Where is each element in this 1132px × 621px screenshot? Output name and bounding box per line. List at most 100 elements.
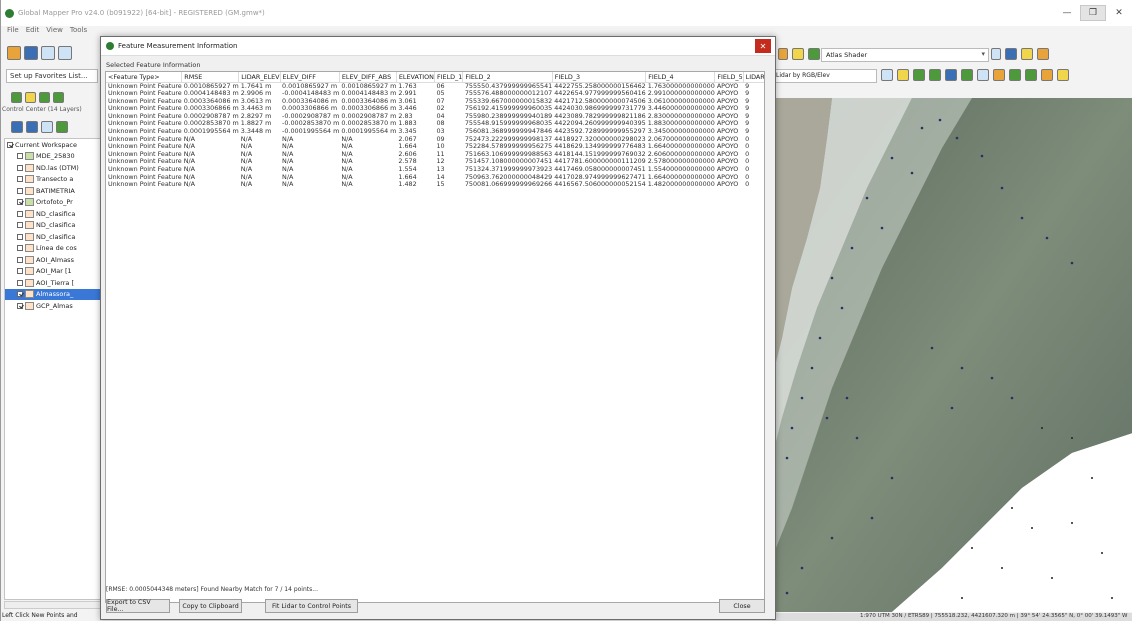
table-row[interactable]: Unknown Point Feature 0.0003306866 m 3.446… xyxy=(106,105,764,113)
layer-row[interactable]: GCP_Almas xyxy=(5,300,100,312)
column-header[interactable]: FIELD_4 xyxy=(645,72,716,83)
table-row[interactable]: Unknown Point Feature 0.0004148483 m 2.990… xyxy=(106,90,764,98)
menu-view[interactable]: View xyxy=(46,26,63,40)
metadata-icon[interactable] xyxy=(41,121,53,133)
pin-icon[interactable] xyxy=(897,69,909,81)
layer-checkbox[interactable] xyxy=(17,291,23,298)
export-csv-button[interactable]: Export to CSV File... xyxy=(106,599,170,613)
layer-checkbox[interactable] xyxy=(17,164,23,171)
table-row[interactable]: Unknown Point Feature N/A N/A N/A N/A 1.482 15… xyxy=(106,181,764,189)
layer-icon[interactable] xyxy=(1025,69,1037,81)
profile-icon[interactable] xyxy=(929,69,941,81)
tree-icon[interactable] xyxy=(39,92,50,103)
table-row[interactable]: Unknown Point Feature N/A N/A N/A N/A 2.578 12… xyxy=(106,158,764,166)
column-header[interactable]: ELEV_DIFF_ABS xyxy=(339,72,397,83)
layer-checkbox[interactable] xyxy=(17,245,23,252)
table-row[interactable]: Unknown Point Feature 0.0010865927 m 1.764… xyxy=(106,82,764,90)
world-icon[interactable] xyxy=(26,121,38,133)
marker-icon[interactable] xyxy=(53,92,64,103)
layer-row[interactable]: ND_clasifica xyxy=(5,208,100,220)
measure-icon[interactable] xyxy=(1009,69,1021,81)
column-header[interactable]: FIELD_3 xyxy=(552,72,647,83)
layer-row[interactable]: Ortofoto_Pr xyxy=(5,197,100,209)
menu-edit[interactable]: Edit xyxy=(26,26,40,40)
table-row[interactable]: Unknown Point Feature N/A N/A N/A N/A 1.664 14… xyxy=(106,174,764,182)
layer-checkbox[interactable] xyxy=(17,153,23,160)
column-header[interactable]: LIDAR_... xyxy=(743,72,764,83)
feature-icon[interactable] xyxy=(993,69,1005,81)
star-icon[interactable] xyxy=(1057,69,1069,81)
dialog-close-icon[interactable]: ✕ xyxy=(755,39,771,53)
restore-icon[interactable]: ❐ xyxy=(1080,5,1106,21)
column-header[interactable]: FIELD_5 xyxy=(714,72,744,83)
elevation-icon[interactable] xyxy=(808,48,820,60)
lidar-icon[interactable] xyxy=(778,48,788,60)
layer-checkbox[interactable] xyxy=(17,233,23,240)
layer-checkbox[interactable] xyxy=(17,256,23,263)
settings-icon[interactable] xyxy=(1021,48,1033,60)
save-icon[interactable] xyxy=(41,46,55,60)
layer-checkbox[interactable] xyxy=(17,187,23,194)
layer-row[interactable]: AOI_Mar [1 xyxy=(5,266,100,278)
stack-icon[interactable] xyxy=(1041,69,1053,81)
column-header[interactable]: ELEVATION xyxy=(396,72,435,83)
terrain-icon[interactable] xyxy=(11,92,22,103)
layer-checkbox[interactable] xyxy=(17,176,23,183)
menu-file[interactable]: File xyxy=(7,26,19,40)
layer-row[interactable]: Almassora_ xyxy=(5,288,100,300)
shader-icon[interactable] xyxy=(792,48,804,60)
sun-icon[interactable] xyxy=(1037,48,1049,60)
table-row[interactable]: Unknown Point Feature N/A N/A N/A N/A 1.664 10… xyxy=(106,143,764,151)
layer-row[interactable]: BATIMETRIA xyxy=(5,185,100,197)
window-close-icon[interactable]: ✕ xyxy=(1106,5,1132,21)
layer-checkbox[interactable] xyxy=(17,222,23,229)
layer-checkbox[interactable] xyxy=(17,210,23,217)
dropdown-arrow-icon[interactable] xyxy=(991,48,1001,60)
options-icon[interactable] xyxy=(56,121,68,133)
map-view[interactable] xyxy=(772,98,1132,612)
layer-row[interactable]: AOI_Almass xyxy=(5,254,100,266)
print-icon[interactable] xyxy=(58,46,72,60)
layer-checkbox[interactable] xyxy=(17,279,23,286)
edit-icon[interactable] xyxy=(961,69,973,81)
zoom-layer-icon[interactable] xyxy=(11,121,23,133)
menu-tools[interactable]: Tools xyxy=(70,26,87,40)
table-row[interactable]: Unknown Point Feature 0.0003364086 m 3.061… xyxy=(106,98,764,106)
column-header[interactable]: LIDAR_ELEV xyxy=(238,72,281,83)
3d-view-icon[interactable] xyxy=(1005,48,1017,60)
table-row[interactable]: Unknown Point Feature 0.0002853870 m 1.882… xyxy=(106,120,764,128)
table-row[interactable]: Unknown Point Feature N/A N/A N/A N/A 2.067 09… xyxy=(106,136,764,144)
table-row[interactable]: Unknown Point Feature 0.0002908787 m 2.829… xyxy=(106,113,764,121)
close-button[interactable]: Close xyxy=(719,599,765,613)
favorites-dropdown[interactable]: Set up Favorites List... xyxy=(6,69,98,83)
shader-select[interactable]: Atlas Shader xyxy=(821,48,989,62)
path-icon[interactable] xyxy=(945,69,957,81)
table-row[interactable]: Unknown Point Feature N/A N/A N/A N/A 2.606 11… xyxy=(106,151,764,159)
table-row[interactable]: Unknown Point Feature 0.0001995564 m 3.344… xyxy=(106,128,764,136)
feature-list[interactable]: <Feature Type> RMSE LIDAR_ELEV ELEV_DIFF ELE… xyxy=(105,71,765,603)
lidar-color-select[interactable]: Lidar by RGB/Elev xyxy=(772,69,877,83)
layer-checkbox[interactable] xyxy=(17,199,23,206)
tree-horizontal-scrollbar[interactable] xyxy=(4,601,101,609)
copy-clipboard-button[interactable]: Copy to Clipboard xyxy=(179,599,242,613)
layer-row[interactable]: ND_clasifica xyxy=(5,220,100,232)
fit-lidar-button[interactable]: Fit Lidar to Control Points xyxy=(265,599,358,613)
layer-row[interactable]: Current Workspace xyxy=(5,139,100,151)
layer-row[interactable]: AOI_Tierra [ xyxy=(5,277,100,289)
table-row[interactable]: Unknown Point Feature N/A N/A N/A N/A 1.554 13… xyxy=(106,166,764,174)
column-header[interactable]: FIELD_1 xyxy=(434,72,464,83)
layer-row[interactable]: Transecto a xyxy=(5,174,100,186)
layer-row[interactable]: MDE_25830 xyxy=(5,151,100,163)
column-header[interactable]: RMSE xyxy=(181,72,240,83)
column-header[interactable]: <Feature Type> xyxy=(106,72,183,83)
classify-icon[interactable] xyxy=(913,69,925,81)
layer-checkbox[interactable] xyxy=(7,141,13,148)
layer-checkbox[interactable] xyxy=(17,268,23,275)
filter-icon[interactable] xyxy=(881,69,893,81)
minimize-icon[interactable]: — xyxy=(1054,5,1080,21)
triangle-icon[interactable] xyxy=(977,69,989,81)
open-folder-icon[interactable] xyxy=(7,46,21,60)
layer-checkbox[interactable] xyxy=(17,302,23,309)
layer-row[interactable]: Línea de cos xyxy=(5,243,100,255)
layer-row[interactable]: ND_clasifica xyxy=(5,231,100,243)
